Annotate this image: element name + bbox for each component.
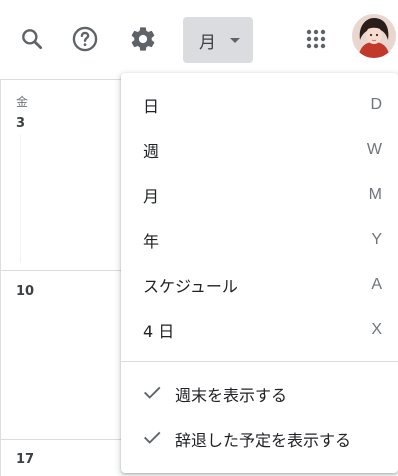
view-select[interactable]: 月 (183, 17, 253, 63)
search-icon (19, 26, 45, 52)
menu-item-shortcut: D (370, 95, 382, 113)
menu-item-label: 4 日 (143, 321, 175, 341)
settings-button[interactable] (123, 19, 163, 59)
menu-item-shortcut: M (368, 185, 382, 203)
menu-item-shortcut: Y (371, 230, 382, 248)
grid-line (0, 80, 1, 476)
search-button[interactable] (12, 19, 52, 59)
menu-item-shortcut: A (371, 275, 382, 293)
menu-item-day[interactable]: 日 D (121, 82, 398, 127)
menu-item-4-days[interactable]: 4 日 X (121, 307, 398, 352)
menu-item-label: スケジュール (143, 276, 238, 296)
menu-item-label: 週 (143, 141, 160, 161)
date-number[interactable]: 10 (16, 284, 34, 299)
weekday-header: 金 (16, 95, 29, 109)
show-weekends-label: 週末を表示する (175, 385, 288, 405)
menu-item-shortcut: X (371, 320, 382, 338)
chevron-down-icon (230, 37, 240, 43)
apps-button[interactable] (296, 19, 336, 59)
menu-item-label: 月 (143, 186, 160, 206)
check-icon (141, 381, 175, 407)
date-number[interactable]: 17 (16, 452, 34, 467)
top-bar: 月 (0, 0, 398, 80)
avatar[interactable] (352, 14, 396, 58)
check-icon (141, 426, 175, 452)
view-select-label: 月 (199, 32, 216, 53)
menu-item-month[interactable]: 月 M (121, 172, 398, 217)
show-weekends-toggle[interactable]: 週末を表示する (121, 371, 398, 416)
date-number[interactable]: 3 (16, 116, 25, 131)
help-button[interactable] (65, 19, 105, 59)
menu-item-week[interactable]: 週 W (121, 127, 398, 172)
show-declined-events-toggle[interactable]: 辞退した予定を表示する (121, 416, 398, 461)
menu-item-label: 日 (143, 96, 160, 116)
menu-item-schedule[interactable]: スケジュール A (121, 262, 398, 307)
view-menu: 日 D 週 W 月 M 年 Y スケジュール A 4 日 X 週末を表示する 辞… (121, 73, 398, 473)
grid-line (20, 135, 21, 263)
show-declined-events-label: 辞退した予定を表示する (175, 430, 352, 450)
menu-item-label: 年 (143, 231, 160, 251)
menu-item-shortcut: W (366, 140, 382, 158)
menu-item-year[interactable]: 年 Y (121, 217, 398, 262)
gear-icon (129, 25, 157, 53)
menu-divider (121, 361, 398, 362)
apps-grid-icon (304, 27, 328, 51)
help-icon (71, 25, 99, 53)
